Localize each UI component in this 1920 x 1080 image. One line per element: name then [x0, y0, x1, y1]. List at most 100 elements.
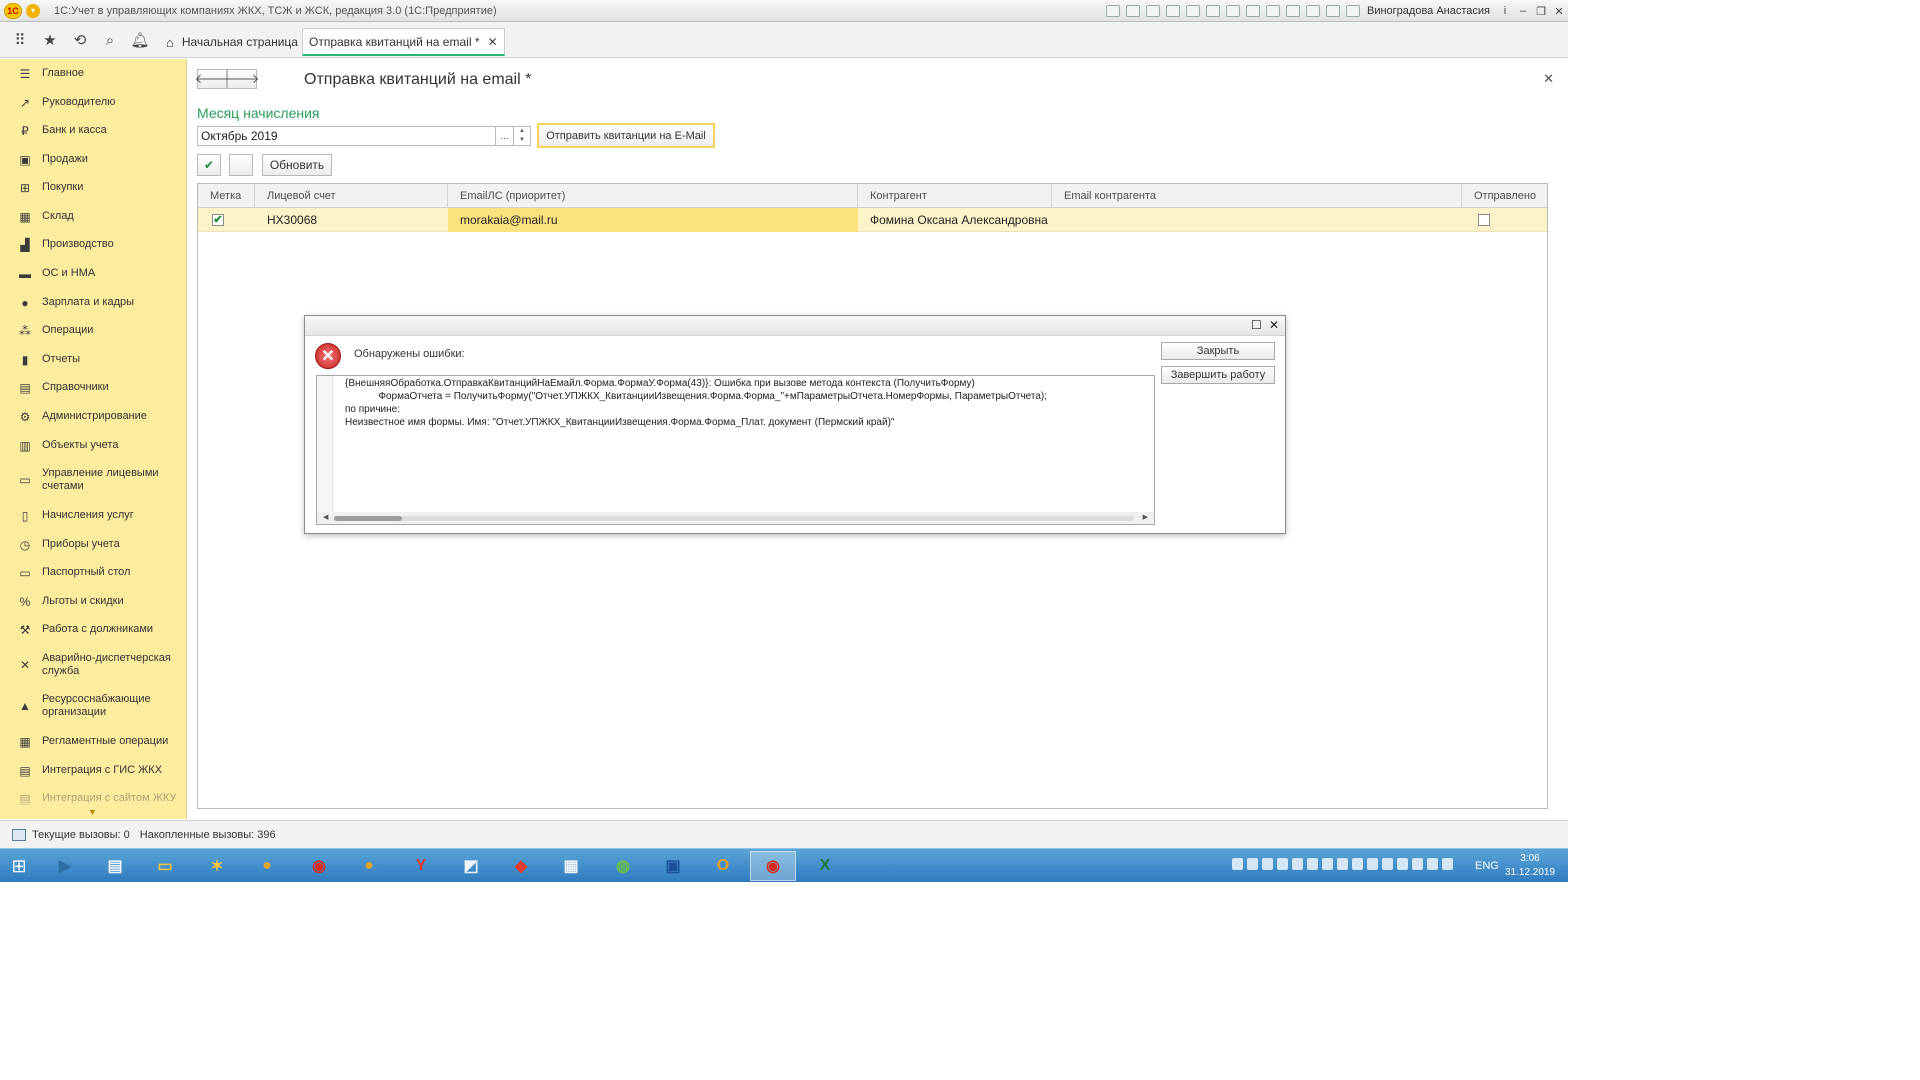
tray-icon[interactable] — [1367, 858, 1378, 870]
column-header[interactable]: Email контрагента — [1052, 184, 1462, 208]
tray-icon[interactable] — [1247, 858, 1258, 870]
sidebar-item-passport[interactable]: ▭ Паспортный стол — [0, 566, 186, 580]
zoom-icon[interactable] — [1305, 5, 1320, 17]
tray-icon[interactable] — [1382, 858, 1393, 870]
panels-icon[interactable] — [1325, 5, 1340, 17]
refresh-button[interactable]: Обновить — [262, 154, 332, 176]
bell-icon[interactable]: 🔔︎ — [130, 30, 150, 50]
sidebar-item-main[interactable]: ☰ Главное — [0, 67, 186, 81]
calendar-icon[interactable] — [1225, 5, 1240, 17]
globe-icon[interactable]: ◍ — [600, 851, 646, 881]
upload-icon[interactable] — [1185, 5, 1200, 17]
calls-icon[interactable] — [12, 828, 26, 841]
tab-send-receipts[interactable]: Отправка квитанций на email * ✕ — [302, 28, 505, 56]
tray-icon[interactable] — [1397, 858, 1408, 870]
sidebar-item-resource[interactable]: ▲ Ресурсоснабжающие организации — [0, 693, 186, 719]
coins-icon-2[interactable]: ● — [346, 851, 392, 881]
user-icon[interactable] — [1345, 5, 1360, 17]
column-header[interactable]: Метка — [198, 184, 255, 208]
sidebar-item-production[interactable]: ▟ Производство — [0, 238, 186, 252]
scroll-down-icon[interactable]: ▼ — [88, 807, 97, 817]
forward-button[interactable]: 🡒 — [225, 69, 259, 89]
main-menu-icon[interactable]: ▾ — [26, 3, 40, 18]
scroll-right-icon[interactable]: ▶ — [1143, 512, 1148, 524]
column-header[interactable]: Лицевой счет — [255, 184, 448, 208]
error-text-box[interactable]: {ВнешняяОбработка.ОтправкаКвитанцийНаЕма… — [316, 375, 1155, 525]
memory-minus-icon[interactable] — [1285, 5, 1300, 17]
starter-icon[interactable]: ✶ — [194, 851, 240, 881]
info-icon[interactable]: i — [1496, 2, 1514, 20]
sidebar-item-assets[interactable]: ▬ ОС и НМА — [0, 267, 186, 281]
check-all-button[interactable]: ✔ — [197, 154, 221, 176]
close-icon[interactable]: ✕ — [1269, 318, 1279, 332]
sent-checkbox[interactable] — [1478, 214, 1490, 226]
send-receipts-button[interactable]: Отправить квитанции на E-Mail — [537, 123, 715, 148]
sent-cell[interactable] — [1462, 208, 1547, 232]
user-name[interactable]: Виноградова Анастасия — [1367, 5, 1490, 17]
memory-plus-icon[interactable] — [1265, 5, 1280, 17]
coins-icon[interactable]: ● — [244, 851, 290, 881]
close-window-button[interactable]: ✕ — [1550, 2, 1568, 20]
sidebar-item-operations[interactable]: ⁂ Операции — [0, 324, 186, 338]
sidebar-item-accounts[interactable]: ▭ Управление лицевыми счетами — [0, 467, 186, 493]
preview-icon[interactable] — [1145, 5, 1160, 17]
save-icon[interactable] — [1105, 5, 1120, 17]
network-app-icon[interactable]: ▤ — [92, 851, 138, 881]
sidebar-item-objects[interactable]: ▥ Объекты учета — [0, 439, 186, 453]
scroll-thumb[interactable] — [334, 516, 402, 521]
notes-icon[interactable]: ◩ — [448, 851, 494, 881]
sidebar-item-sales[interactable]: ▣ Продажи — [0, 153, 186, 167]
table-row[interactable]: ✔ НХ30068 morakaia@mail.ru Фомина Оксана… — [198, 208, 1547, 232]
tray-icon[interactable] — [1337, 858, 1348, 870]
sidebar-item-bank[interactable]: ₽ Банк и касса — [0, 124, 186, 138]
month-select-button[interactable]: ... — [496, 126, 514, 146]
download-icon[interactable] — [1165, 5, 1180, 17]
counterparty-email-cell[interactable] — [1052, 208, 1462, 232]
exit-button[interactable]: Завершить работу — [1161, 366, 1275, 384]
outlook-icon[interactable]: O — [700, 851, 746, 881]
sidebar-item-catalogs[interactable]: ▤ Справочники — [0, 381, 186, 395]
anydesk-icon[interactable]: ◆ — [498, 851, 544, 881]
clock[interactable]: 3:06 31.12.2019 — [1505, 852, 1555, 880]
column-header[interactable]: EmailЛС (приоритет) — [448, 184, 858, 208]
tray-icon[interactable] — [1352, 858, 1363, 870]
sidebar-item-benefits[interactable]: % Льготы и скидки — [0, 595, 186, 609]
sidebar-item-emergency[interactable]: ✕ Аварийно-диспетчерская служба — [0, 652, 186, 678]
uncheck-all-button[interactable] — [229, 154, 253, 176]
remote-desktop-icon[interactable]: ▣ — [650, 851, 696, 881]
windows-start-icon[interactable]: ⊞ — [6, 854, 32, 878]
tray-icon[interactable] — [1322, 858, 1333, 870]
tray-icon[interactable] — [1307, 858, 1318, 870]
restore-button[interactable]: ❐ — [1532, 2, 1550, 20]
volume-icon[interactable] — [1427, 858, 1438, 870]
sidebar-item-charges[interactable]: ▯ Начисления услуг — [0, 509, 186, 523]
tray-icon[interactable] — [1262, 858, 1273, 870]
sidebar-item-manager[interactable]: ↗ Руководителю — [0, 96, 186, 110]
explorer-icon[interactable]: ▭ — [142, 851, 188, 881]
sidebar-item-salary[interactable]: ● Зарплата и кадры — [0, 296, 186, 310]
star-icon[interactable]: ★ — [40, 30, 60, 50]
history-icon[interactable]: ⟲ — [70, 30, 90, 50]
scroll-track[interactable] — [334, 516, 1134, 521]
powershell-icon[interactable]: ▶ — [42, 851, 88, 881]
tray-icon[interactable] — [1232, 858, 1243, 870]
close-icon[interactable]: ✕ — [1543, 71, 1554, 87]
yandex-icon[interactable]: Y — [398, 851, 444, 881]
sidebar-item-gis[interactable]: ▤ Интеграция с ГИС ЖКХ — [0, 764, 186, 778]
horizontal-scrollbar[interactable]: ◀ ▶ — [317, 512, 1154, 524]
sidebar-item-reports[interactable]: ▮ Отчеты — [0, 353, 186, 367]
close-dialog-button[interactable]: Закрыть — [1161, 342, 1275, 360]
column-header[interactable]: Контрагент — [858, 184, 1052, 208]
maximize-icon[interactable]: ☐ — [1251, 318, 1262, 332]
tray-icon[interactable] — [1277, 858, 1288, 870]
tab-home[interactable]: ⌂ Начальная страница — [160, 28, 304, 56]
flag-icon[interactable] — [1412, 858, 1423, 870]
counterparty-cell[interactable]: Фомина Оксана Александровна — [858, 208, 1052, 232]
minimize-button[interactable]: – — [1514, 2, 1532, 20]
month-spinner[interactable]: ▲ ▼ — [514, 126, 531, 146]
calculator-icon[interactable] — [1205, 5, 1220, 17]
tray-icon[interactable] — [1292, 858, 1303, 870]
calculator-icon[interactable]: ▦ — [548, 851, 594, 881]
excel-icon[interactable]: X — [802, 851, 848, 881]
network-icon[interactable] — [1442, 858, 1453, 870]
